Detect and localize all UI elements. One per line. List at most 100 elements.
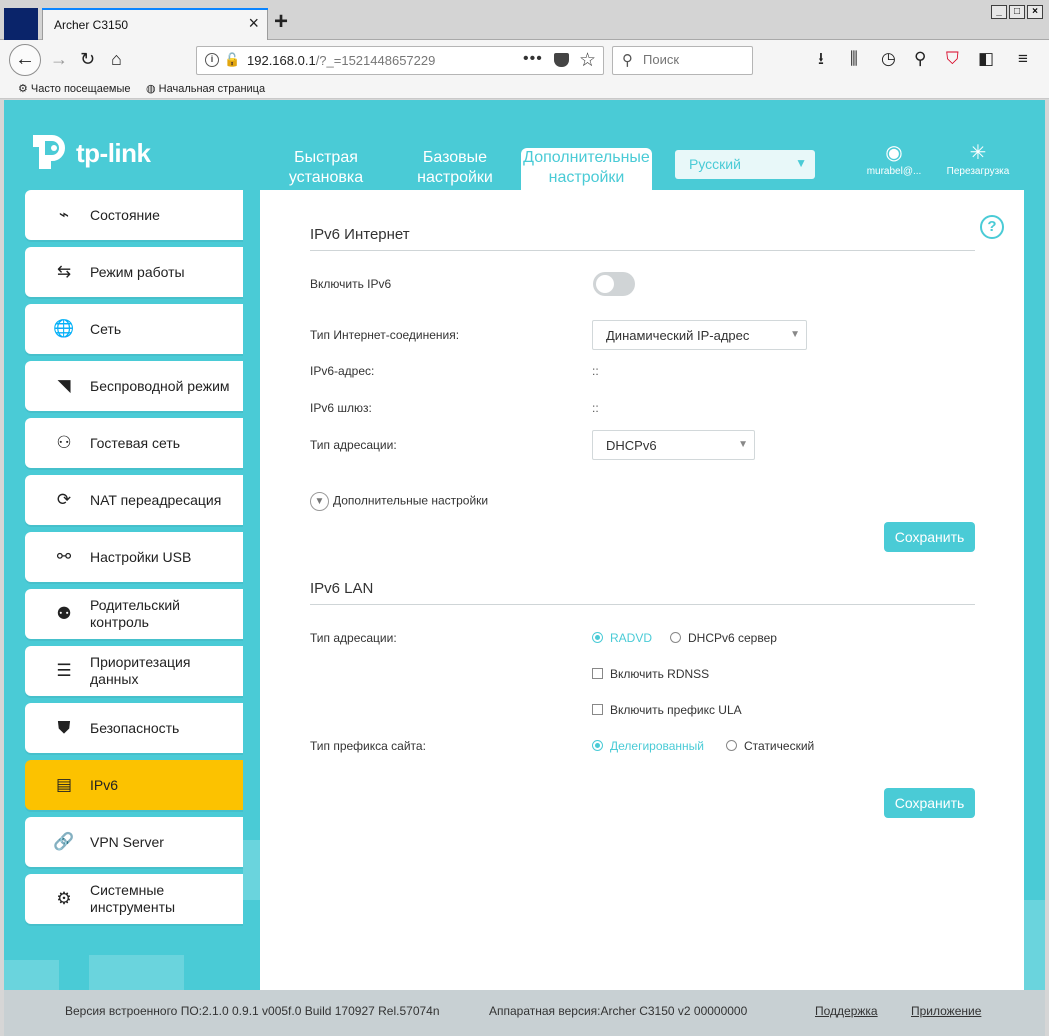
- new-tab-icon[interactable]: +: [274, 10, 288, 34]
- ublock-shield-icon[interactable]: ⛉: [946, 49, 959, 69]
- sidebar-item-label: VPN Server: [90, 834, 164, 850]
- checkbox-rdnss[interactable]: Включить RDNSS: [592, 667, 709, 681]
- site-info-icon[interactable]: i: [205, 53, 219, 67]
- window-icon: [4, 8, 38, 40]
- sidebar-item-status[interactable]: ⌁ Состояние: [25, 190, 243, 240]
- language-select[interactable]: Русский ▼: [675, 150, 815, 179]
- tab-label: Быстрая установка: [288, 149, 364, 186]
- reload-icon[interactable]: ↻: [80, 49, 95, 69]
- decor-block: [89, 955, 184, 995]
- ipv6-address-value: ::: [592, 364, 599, 378]
- radio-delegated[interactable]: Делегированный: [592, 739, 704, 753]
- checkbox-ula-prefix[interactable]: Включить префикс ULA: [592, 703, 742, 717]
- sidebar-item-wireless[interactable]: ◥ Беспроводной режим: [25, 361, 243, 411]
- sidebar-item-mode[interactable]: ⇆ Режим работы: [25, 247, 243, 297]
- tab-accent: [42, 8, 268, 10]
- bookmarks-bar: ⚙ Часто посещаемые ◍ Начальная страница: [0, 80, 1049, 99]
- library-icon[interactable]: ⫼: [850, 49, 858, 69]
- addressing-type-select[interactable]: DHCPv6 ▼: [592, 430, 755, 460]
- enable-ipv6-toggle[interactable]: [593, 272, 635, 296]
- qos-icon: ☰: [56, 661, 72, 680]
- lan-addressing-label: Тип адресации:: [310, 631, 397, 645]
- tab-quick-setup[interactable]: Быстрая установка: [274, 148, 378, 190]
- link-icon: 🔗: [53, 832, 75, 851]
- sidebar-item-label: Родительский контроль: [90, 597, 180, 630]
- insecure-lock-icon[interactable]: 🔓: [224, 52, 240, 68]
- history-icon[interactable]: ◷: [881, 49, 896, 69]
- logo-text: tp-link: [76, 138, 151, 168]
- section-divider: [310, 250, 975, 251]
- advanced-settings-label: Дополнительные настройки: [333, 493, 489, 508]
- sidebar-item-ipv6[interactable]: ▤ IPv6: [25, 760, 243, 810]
- toggle-knob: [596, 275, 614, 293]
- radio-radvd[interactable]: RADVD: [592, 631, 652, 645]
- checkbox-label: Включить RDNSS: [610, 667, 710, 681]
- minimize-icon[interactable]: _: [991, 5, 1007, 19]
- support-link[interactable]: Поддержка: [815, 1004, 878, 1018]
- user-account-button[interactable]: ◉ murabel@...: [862, 142, 926, 177]
- connection-type-value: Динамический IP-адрес: [606, 328, 750, 343]
- bookmark-star-icon[interactable]: ☆: [579, 49, 596, 72]
- menu-icon[interactable]: ≡: [1018, 49, 1028, 69]
- page-actions-icon[interactable]: •••: [523, 50, 543, 68]
- enable-ipv6-label: Включить IPv6: [310, 277, 392, 291]
- globe-icon: 🌐: [53, 319, 75, 338]
- url-text[interactable]: 192.168.0.1/?_=1521448657229: [247, 53, 435, 68]
- sidebar-item-network[interactable]: 🌐 Сеть: [25, 304, 243, 354]
- tplink-logo[interactable]: tp-link: [24, 124, 164, 174]
- bookmark-home-page[interactable]: ◍ Начальная страница: [146, 82, 265, 95]
- back-icon[interactable]: ←: [9, 44, 41, 76]
- browser-titlebar: Archer C3150 × + _ □ ×: [0, 0, 1049, 40]
- sidebar-item-label: Гостевая сеть: [90, 435, 181, 451]
- app-link[interactable]: Приложение: [911, 1004, 981, 1018]
- advanced-settings-toggle[interactable]: ▼ Дополнительные настройки: [310, 492, 488, 511]
- firmware-version: Версия встроенного ПО:2.1.0 0.9.1 v005f.…: [65, 1004, 440, 1018]
- page-footer: Версия встроенного ПО:2.1.0 0.9.1 v005f.…: [4, 990, 1045, 1036]
- tab-advanced[interactable]: Дополнительные настройки: [521, 148, 652, 190]
- browser-tab[interactable]: Archer C3150 ×: [42, 8, 268, 40]
- sidebar-item-qos[interactable]: ☰ Приоритезация данных: [25, 646, 243, 696]
- tab-close-icon[interactable]: ×: [248, 13, 259, 33]
- connection-type-select[interactable]: Динамический IP-адрес ▼: [592, 320, 807, 350]
- download-icon[interactable]: ⭳: [818, 49, 824, 69]
- url-path: /?_=1521448657229: [315, 53, 436, 68]
- sidebar-item-system[interactable]: ⚙ Системные инструменты: [25, 874, 243, 924]
- sidebar-item-parental[interactable]: ⚉ Родительский контроль: [25, 589, 243, 639]
- save-internet-button[interactable]: Сохранить: [884, 522, 975, 552]
- ipv6-gateway-label: IPv6 шлюз:: [310, 401, 372, 415]
- sidebar-item-vpn[interactable]: 🔗 VPN Server: [25, 817, 243, 867]
- home-icon[interactable]: ⌂: [111, 49, 122, 69]
- help-icon[interactable]: ?: [980, 215, 1004, 239]
- sidebar-item-label: Приоритезация данных: [90, 654, 191, 687]
- maximize-icon[interactable]: □: [1009, 5, 1025, 19]
- bookmark-most-visited[interactable]: ⚙ Часто посещаемые: [18, 82, 131, 95]
- checkbox-label: Включить префикс ULA: [610, 703, 742, 717]
- search-box[interactable]: ⚲: [612, 46, 753, 75]
- url-host: 192.168.0.1: [247, 53, 316, 68]
- sidebar-item-usb[interactable]: ⚯ Настройки USB: [25, 532, 243, 582]
- checkbox-box: [592, 668, 603, 679]
- radio-dot: [670, 632, 681, 643]
- close-window-icon[interactable]: ×: [1027, 5, 1043, 19]
- sidebar-item-nat[interactable]: ⟳ NAT переадресация: [25, 475, 243, 525]
- sidebar-toggle-icon[interactable]: ◧: [978, 49, 994, 69]
- decor-block: [1024, 900, 1045, 990]
- save-lan-button[interactable]: Сохранить: [884, 788, 975, 818]
- sidebar-item-label: Сеть: [90, 321, 122, 337]
- url-bar[interactable]: i 🔓 192.168.0.1/?_=1521448657229 ••• ☆: [196, 46, 604, 75]
- search-input[interactable]: [643, 52, 748, 67]
- wifi-icon: ◥: [57, 376, 71, 395]
- forward-icon[interactable]: →: [50, 49, 68, 69]
- shield-icon: ⛊: [57, 718, 71, 737]
- sidebar-item-guest[interactable]: ⚇ Гостевая сеть: [25, 418, 243, 468]
- zoom-icon[interactable]: ⚲: [914, 49, 926, 69]
- search-icon: ⚲: [622, 52, 633, 69]
- radio-dhcpv6-server[interactable]: DHCPv6 сервер: [670, 631, 777, 645]
- sidebar-item-security[interactable]: ⛊ Безопасность: [25, 703, 243, 753]
- checkbox-box: [592, 704, 603, 715]
- tab-basic[interactable]: Базовые настройки: [402, 148, 508, 190]
- radio-static[interactable]: Статический: [726, 739, 814, 753]
- pocket-icon[interactable]: [554, 53, 569, 67]
- reboot-button[interactable]: ✳ Перезагрузка: [942, 142, 1014, 177]
- radio-label: Делегированный: [610, 739, 705, 753]
